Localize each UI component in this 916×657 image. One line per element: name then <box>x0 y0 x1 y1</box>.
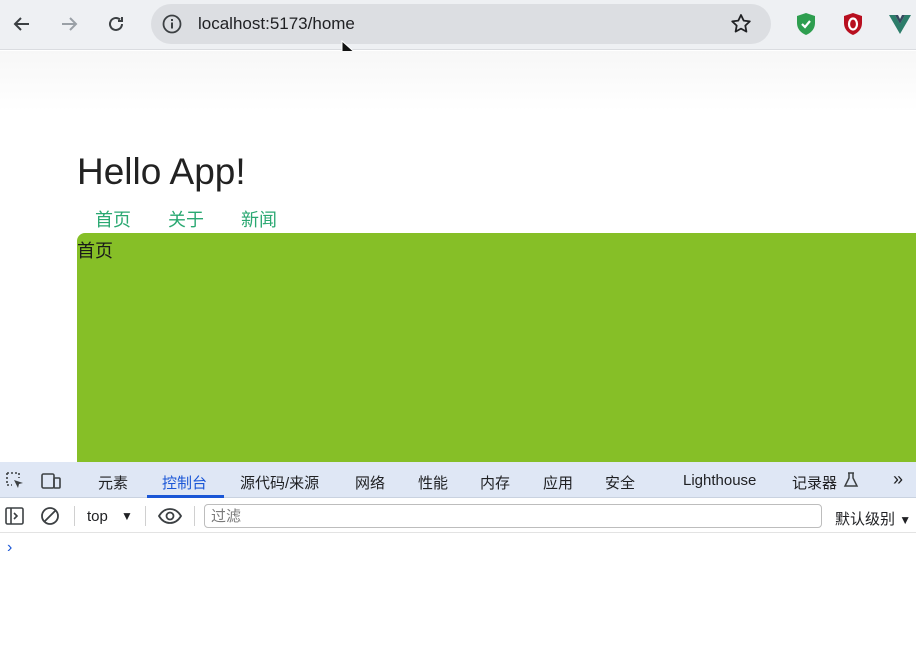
console-toolbar: top ▼ 默认级别 ▼ <box>0 499 916 533</box>
ublock-extension-icon[interactable] <box>840 11 866 37</box>
devtools-panel: 元素 控制台 源代码/来源 网络 性能 内存 应用 安全 Lighthouse … <box>0 462 916 657</box>
tab-elements[interactable]: 元素 <box>98 472 128 493</box>
log-levels-label: 默认级别 <box>835 511 896 528</box>
router-nav: 首页 关于 新闻 <box>95 206 314 232</box>
shield-extension-icon[interactable] <box>793 11 819 37</box>
tab-memory[interactable]: 内存 <box>480 472 510 493</box>
chevron-down-icon: ▼ <box>899 513 912 527</box>
tab-security[interactable]: 安全 <box>605 472 635 493</box>
console-prompt[interactable]: › <box>7 539 12 557</box>
vue-devtools-extension-icon[interactable] <box>887 11 913 37</box>
eye-icon[interactable] <box>157 505 183 527</box>
tab-recorder[interactable]: 记录器 <box>792 472 837 493</box>
site-info-icon[interactable] <box>161 13 183 35</box>
clear-console-icon[interactable] <box>39 505 61 527</box>
flask-icon <box>843 472 859 487</box>
active-tab-indicator <box>147 495 224 498</box>
arrow-right-icon <box>62 17 78 31</box>
router-view-text: 首页 <box>77 241 113 261</box>
tab-network[interactable]: 网络 <box>355 472 385 493</box>
nav-link-about[interactable]: 关于 <box>168 206 204 232</box>
device-toolbar-icon[interactable] <box>40 470 62 492</box>
browser-toolbar: localhost:5173/home <box>0 0 916 63</box>
url-text[interactable]: localhost:5173/home <box>198 14 355 34</box>
forward-button[interactable] <box>54 9 84 39</box>
toolbar-divider <box>194 506 195 526</box>
toolbar-divider <box>145 506 146 526</box>
log-levels-select[interactable]: 默认级别 ▼ <box>835 508 911 529</box>
tab-sources[interactable]: 源代码/来源 <box>240 472 319 493</box>
page-viewport: Hello App! 首页 关于 新闻 首页 <box>0 51 916 462</box>
chevron-down-icon[interactable]: ▼ <box>121 509 133 523</box>
router-view: 首页 <box>77 233 916 462</box>
nav-link-home[interactable]: 首页 <box>95 206 131 232</box>
back-button[interactable] <box>7 9 37 39</box>
toolbar-divider <box>74 506 75 526</box>
context-select[interactable]: top <box>87 508 108 525</box>
inspect-element-icon[interactable] <box>4 470 26 492</box>
tab-console[interactable]: 控制台 <box>162 472 207 493</box>
tab-lighthouse[interactable]: Lighthouse <box>683 472 756 489</box>
sidebar-toggle-icon[interactable] <box>4 505 26 527</box>
console-filter-input[interactable] <box>204 504 822 528</box>
address-bar[interactable]: localhost:5173/home <box>151 4 771 44</box>
tab-application[interactable]: 应用 <box>543 472 573 493</box>
page-title: Hello App! <box>77 151 246 192</box>
reload-button[interactable] <box>101 9 131 39</box>
nav-link-news[interactable]: 新闻 <box>241 206 277 232</box>
arrow-left-icon <box>13 17 29 31</box>
bookmark-star-icon[interactable] <box>729 12 753 36</box>
reload-icon <box>109 16 123 31</box>
more-tabs-button[interactable]: » <box>893 469 903 490</box>
devtools-tabbar: 元素 控制台 源代码/来源 网络 性能 内存 应用 安全 Lighthouse … <box>0 462 916 498</box>
tab-performance[interactable]: 性能 <box>418 472 448 493</box>
